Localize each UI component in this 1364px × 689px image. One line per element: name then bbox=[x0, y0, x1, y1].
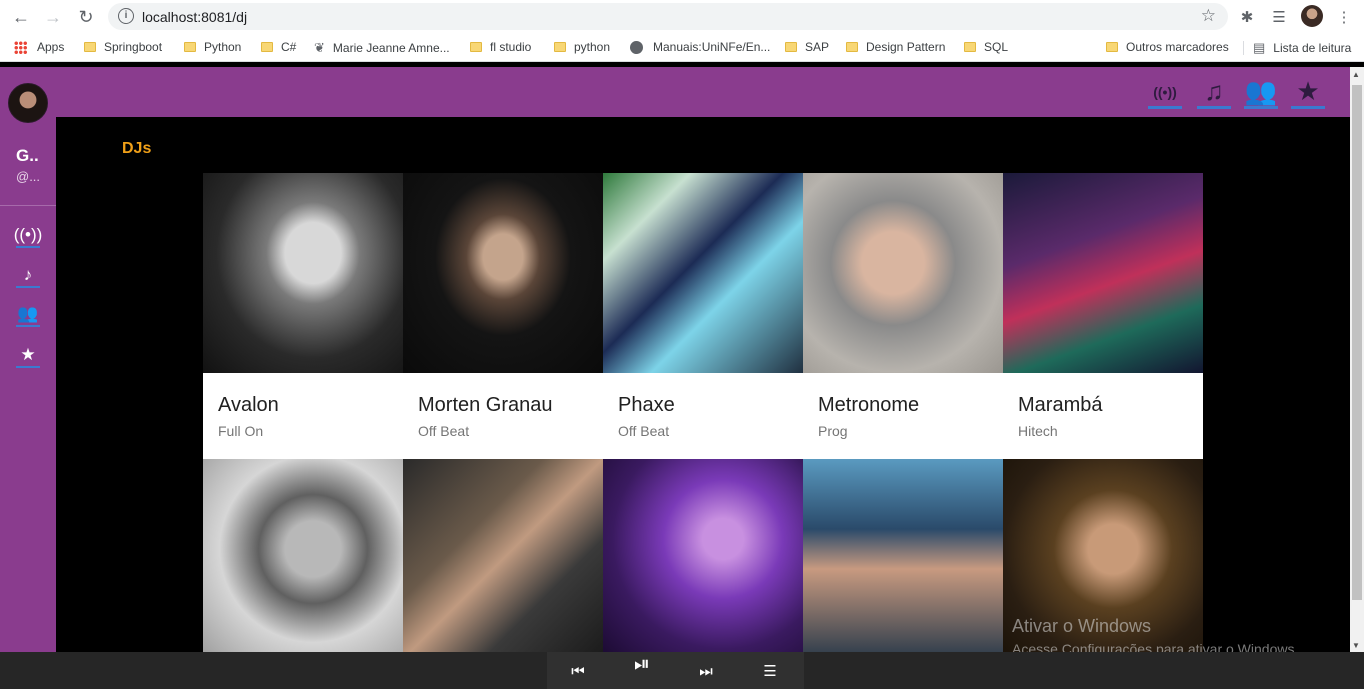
broadcast-icon[interactable]: ((•)) bbox=[1148, 77, 1182, 109]
dj-photo bbox=[1003, 173, 1203, 373]
dj-photo bbox=[203, 459, 403, 659]
dj-card[interactable]: Morten Granau Off Beat bbox=[403, 173, 603, 459]
user-avatar[interactable] bbox=[8, 83, 48, 123]
dj-genre: Off Beat bbox=[618, 423, 670, 439]
music-artist-icon[interactable]: ♫ bbox=[1197, 76, 1231, 109]
windows-activation-title: Ativar o Windows bbox=[1012, 616, 1152, 636]
bookmark-fl-studio[interactable]: fl studio bbox=[470, 40, 531, 54]
skip-previous-icon[interactable]: ⏮ bbox=[566, 659, 590, 683]
dj-name: Phaxe bbox=[618, 394, 675, 416]
sidebar-divider bbox=[0, 205, 56, 206]
folder-icon bbox=[84, 42, 96, 52]
bookmark-marie-jeanne[interactable]: ❦ Marie Jeanne Amne... bbox=[314, 40, 450, 56]
user-handle: @... bbox=[16, 169, 41, 184]
dj-genre: Full On bbox=[218, 423, 264, 439]
leaf-icon: ❦ bbox=[314, 40, 325, 55]
dj-name: Metronome bbox=[818, 394, 920, 416]
dj-card[interactable] bbox=[803, 459, 1003, 659]
apps-grid-icon bbox=[14, 40, 27, 54]
bookmark-manuais[interactable]: Manuais:UniNFe/En... bbox=[630, 40, 770, 54]
media-control-icon[interactable]: ☰ bbox=[1268, 6, 1290, 28]
scrollbar-thumb[interactable] bbox=[1352, 85, 1362, 600]
dj-card[interactable] bbox=[603, 459, 803, 659]
music-artist-icon[interactable]: ♪ bbox=[16, 264, 40, 288]
profile-avatar[interactable] bbox=[1301, 5, 1323, 27]
bookmark-csharp[interactable]: C# bbox=[261, 40, 296, 54]
player-bar: ⏮ ⏯ ⏭ ☰ bbox=[0, 652, 1364, 689]
dj-photo bbox=[803, 459, 1003, 659]
reading-list-icon: ▤ bbox=[1253, 40, 1266, 55]
dj-genre: Off Beat bbox=[418, 423, 470, 439]
back-icon[interactable]: ← bbox=[10, 6, 32, 28]
dj-card[interactable] bbox=[403, 459, 603, 659]
forward-icon[interactable]: → bbox=[42, 6, 64, 28]
reload-icon[interactable]: ↻ bbox=[75, 6, 97, 28]
globe-icon bbox=[630, 40, 643, 54]
other-bookmarks[interactable]: Outros marcadores bbox=[1106, 40, 1229, 54]
dj-name: Avalon bbox=[218, 394, 279, 416]
dj-genre: Prog bbox=[818, 423, 848, 439]
site-info-icon[interactable]: i bbox=[118, 8, 134, 24]
folder-icon bbox=[261, 42, 273, 52]
users-icon[interactable]: 👥 bbox=[16, 303, 40, 327]
folder-icon bbox=[785, 42, 797, 52]
dj-photo bbox=[403, 173, 603, 373]
star-icon[interactable]: ★ bbox=[1291, 76, 1325, 109]
bookmarks-bar: Apps Springboot Python C# ❦ Marie Jeanne … bbox=[0, 33, 1364, 62]
dj-photo bbox=[203, 173, 403, 373]
dj-name: Morten Granau bbox=[418, 394, 553, 416]
bookmark-sql[interactable]: SQL bbox=[964, 40, 1008, 54]
url-text[interactable]: localhost:8081/dj bbox=[142, 9, 247, 25]
star-icon[interactable]: ★ bbox=[16, 344, 40, 368]
folder-icon bbox=[964, 42, 976, 52]
folder-icon bbox=[554, 42, 566, 52]
bookmark-sap[interactable]: SAP bbox=[785, 40, 829, 54]
dj-card[interactable]: Metronome Prog bbox=[803, 173, 1003, 459]
page-title: DJs bbox=[122, 140, 152, 157]
dj-card[interactable] bbox=[203, 459, 403, 659]
dj-card[interactable]: Marambá Hitech bbox=[1003, 173, 1203, 459]
folder-icon bbox=[470, 42, 482, 52]
menu-dots-icon[interactable]: ⋮ bbox=[1333, 6, 1355, 28]
bookmarks-divider bbox=[1243, 41, 1244, 55]
dj-genre: Hitech bbox=[1018, 423, 1058, 439]
bookmark-apps[interactable]: Apps bbox=[14, 40, 64, 54]
top-app-bar: ((•)) ♫ 👥 ★ bbox=[56, 67, 1350, 117]
folder-icon bbox=[846, 42, 858, 52]
folder-icon bbox=[1106, 42, 1118, 52]
bookmark-python-lower[interactable]: python bbox=[554, 40, 610, 54]
dj-name: Marambá bbox=[1018, 394, 1103, 416]
queue-music-icon[interactable]: ☰ bbox=[758, 659, 782, 683]
player-controls: ⏮ ⏯ ⏭ ☰ bbox=[547, 652, 804, 689]
extensions-icon[interactable]: ✱ bbox=[1236, 6, 1258, 28]
browser-toolbar: ← → ↻ i localhost:8081/dj ☆ ✱ ☰ ⋮ bbox=[0, 0, 1364, 33]
folder-icon bbox=[184, 42, 196, 52]
skip-next-icon[interactable]: ⏭ bbox=[694, 659, 718, 683]
scroll-down-icon[interactable]: ▼ bbox=[1352, 641, 1360, 650]
dj-photo bbox=[603, 459, 803, 659]
dj-photo bbox=[803, 173, 1003, 373]
bookmark-star-icon[interactable]: ☆ bbox=[1201, 6, 1216, 26]
users-icon[interactable]: 👥 bbox=[1244, 76, 1278, 109]
bookmark-springboot[interactable]: Springboot bbox=[84, 40, 162, 54]
sidebar: G.. @... ((•)) ♪ 👥 ★ bbox=[0, 67, 56, 652]
play-pause-icon[interactable]: ⏯ bbox=[630, 652, 654, 676]
dj-card[interactable]: Avalon Full On bbox=[203, 173, 403, 459]
app-root: G.. @... ((•)) ♪ 👥 ★ ((•)) ♫ 👥 ★ ▲ ▼ DJs… bbox=[0, 67, 1364, 689]
broadcast-icon[interactable]: ((•)) bbox=[14, 224, 42, 248]
reading-list[interactable]: ▤ Lista de leitura bbox=[1253, 40, 1351, 56]
bookmark-python[interactable]: Python bbox=[184, 40, 241, 54]
scroll-up-icon[interactable]: ▲ bbox=[1352, 70, 1360, 79]
bookmark-design-pattern[interactable]: Design Pattern bbox=[846, 40, 945, 54]
address-bar[interactable]: i localhost:8081/dj ☆ bbox=[108, 3, 1228, 30]
dj-photo bbox=[403, 459, 603, 659]
user-name: G.. bbox=[16, 146, 39, 165]
dj-card[interactable]: Phaxe Off Beat bbox=[603, 173, 803, 459]
dj-photo bbox=[603, 173, 803, 373]
